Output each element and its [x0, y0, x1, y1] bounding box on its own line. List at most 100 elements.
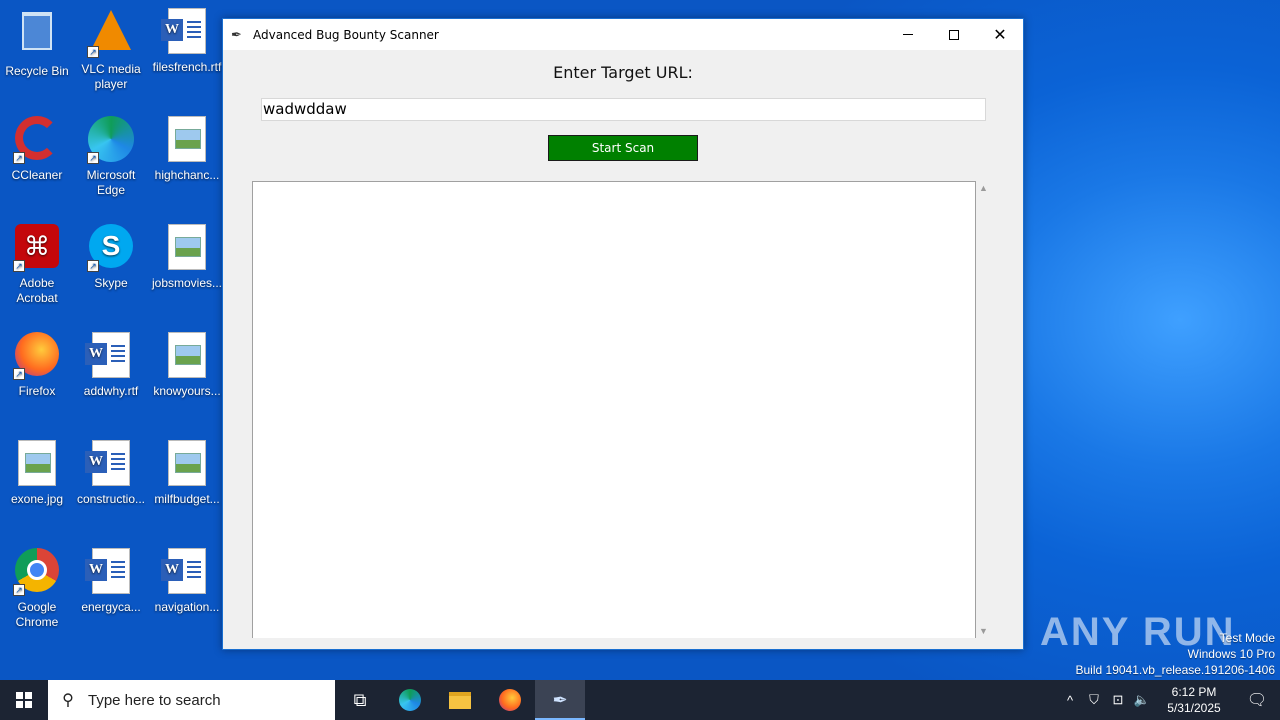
folder-icon — [449, 691, 471, 709]
desktop-icon-label: Skype — [94, 276, 128, 290]
desktop-icon-label: highchanc... — [154, 168, 220, 182]
desktop-icon-label: filesfrench.rtf — [152, 60, 222, 74]
desktop-icon-label: VLC media player — [81, 62, 141, 91]
desktop-icon-ccleaner[interactable]: ↗ CCleaner — [0, 116, 74, 183]
recycle-bin-icon — [13, 12, 61, 60]
desktop-icon-highchanc[interactable]: highchanc... — [150, 116, 224, 183]
search-icon: ⚲ — [62, 692, 74, 709]
desktop-icon-label: knowyours... — [153, 384, 221, 398]
desktop-icon-filesfrench[interactable]: W filesfrench.rtf — [150, 8, 224, 75]
desktop-icon-label: energyca... — [81, 600, 141, 614]
firefox-icon — [499, 689, 521, 711]
minimize-button[interactable] — [885, 19, 931, 50]
desktop-icon-label: Recycle Bin — [5, 64, 69, 78]
window-title: Advanced Bug Bounty Scanner — [253, 27, 439, 42]
image-file-icon — [163, 224, 211, 272]
desktop-icon-jobsmovies[interactable]: jobsmovies... — [150, 224, 224, 291]
image-file-icon — [163, 332, 211, 380]
clock-date: 5/31/2025 — [1167, 701, 1221, 715]
ccleaner-icon: ↗ — [13, 116, 61, 164]
chevron-up-icon[interactable]: ^ — [1058, 693, 1082, 708]
url-label: Enter Target URL: — [553, 63, 693, 82]
title-bar[interactable]: ✒ Advanced Bug Bounty Scanner ✕ — [223, 19, 1023, 50]
word-document-icon: W — [85, 440, 135, 488]
desktop-icon-recycle-bin[interactable]: Recycle Bin — [0, 8, 74, 79]
task-view-icon: ⧉ — [353, 689, 367, 710]
taskbar-scanner-app[interactable]: ✒ — [535, 680, 585, 720]
clock[interactable]: 6:12 PM 5/31/2025 — [1154, 684, 1234, 716]
feather-icon: ✒ — [552, 689, 568, 710]
feather-icon: ✒ — [231, 26, 242, 42]
desktop-icon-label: Firefox — [18, 384, 56, 398]
desktop-icon-firefox[interactable]: ↗ Firefox — [0, 332, 74, 399]
desktop-icon-adobe-acrobat[interactable]: ⌘ ↗ Adobe Acrobat — [0, 224, 74, 306]
taskbar-search-box[interactable]: ⚲ Type here to search — [48, 680, 335, 720]
desktop-icon-microsoft-edge[interactable]: ↗ Microsoft Edge — [74, 116, 148, 198]
desktop-icon-label: navigation... — [154, 600, 220, 614]
shortcut-arrow-icon: ↗ — [13, 152, 25, 164]
desktop-icon-label: exone.jpg — [10, 492, 64, 506]
clock-time: 6:12 PM — [1171, 685, 1217, 699]
word-document-icon: W — [161, 548, 211, 596]
desktop-icon-label: milfbudget... — [154, 492, 220, 506]
windows-logo-icon — [16, 692, 32, 708]
skype-icon: S ↗ — [87, 224, 135, 272]
word-document-icon: W — [85, 332, 135, 380]
desktop-icon-label: constructio... — [76, 492, 146, 506]
image-file-icon — [163, 440, 211, 488]
shortcut-arrow-icon: ↗ — [13, 368, 25, 380]
output-scrollbar[interactable]: ▲ ▼ — [976, 181, 992, 638]
shortcut-arrow-icon: ↗ — [13, 584, 25, 596]
minimize-icon — [903, 34, 913, 35]
start-scan-button[interactable]: Start Scan — [548, 135, 698, 161]
desktop-icon-navigation[interactable]: W navigation... — [150, 548, 224, 615]
windows-edition-line: Windows 10 Pro — [1187, 647, 1275, 661]
network-icon[interactable]: ⊡ — [1106, 692, 1130, 708]
vlc-icon: ↗ — [87, 10, 135, 58]
edge-icon — [399, 689, 421, 711]
scan-output-area[interactable] — [252, 181, 976, 638]
test-mode-text: Test Mode Windows 10 Pro Build 19041.vb_… — [1076, 630, 1276, 678]
desktop-icon-exone[interactable]: exone.jpg — [0, 440, 74, 507]
image-file-icon — [13, 440, 61, 488]
desktop-icon-vlc[interactable]: ↗ VLC media player — [74, 8, 148, 92]
scroll-down-icon[interactable]: ▼ — [979, 626, 988, 636]
edge-icon: ↗ — [87, 116, 135, 164]
app-window: ✒ Advanced Bug Bounty Scanner ✕ Enter Ta… — [222, 18, 1024, 650]
word-document-icon: W — [85, 548, 135, 596]
desktop-icon-constructio[interactable]: W constructio... — [74, 440, 148, 507]
chrome-icon: ↗ — [13, 548, 61, 596]
scroll-up-icon[interactable]: ▲ — [979, 183, 988, 193]
desktop-icon-knowyours[interactable]: knowyours... — [150, 332, 224, 399]
target-url-input[interactable]: wadwddaw — [261, 98, 986, 121]
shortcut-arrow-icon: ↗ — [13, 260, 25, 272]
start-button[interactable] — [0, 680, 48, 720]
system-tray: ^ ⛉ ⊡ 🔈 6:12 PM 5/31/2025 🗨 — [1058, 680, 1280, 720]
taskbar-file-explorer[interactable] — [435, 680, 485, 720]
taskbar-firefox[interactable] — [485, 680, 535, 720]
build-line: Build 19041.vb_release.191206-1406 — [1075, 663, 1276, 677]
desktop-icon-energyca[interactable]: W energyca... — [74, 548, 148, 615]
desktop-icon-skype[interactable]: S ↗ Skype — [74, 224, 148, 291]
maximize-button[interactable] — [931, 19, 977, 50]
desktop-icon-label: Adobe Acrobat — [16, 276, 58, 305]
taskbar-edge[interactable] — [385, 680, 435, 720]
close-button[interactable]: ✕ — [977, 19, 1023, 50]
image-file-icon — [163, 116, 211, 164]
shield-icon[interactable]: ⛉ — [1082, 692, 1106, 708]
desktop-icon-milfbudget[interactable]: milfbudget... — [150, 440, 224, 507]
shortcut-arrow-icon: ↗ — [87, 46, 99, 58]
adobe-acrobat-icon: ⌘ ↗ — [13, 224, 61, 272]
notification-icon[interactable]: 🗨 — [1234, 690, 1280, 710]
task-view-button[interactable]: ⧉ — [335, 680, 385, 720]
desktop-icon-google-chrome[interactable]: ↗ Google Chrome — [0, 548, 74, 630]
close-icon: ✕ — [993, 26, 1007, 44]
word-document-icon: W — [161, 8, 211, 56]
taskbar: ⚲ Type here to search ⧉ ✒ ^ ⛉ ⊡ 🔈 6:12 P… — [0, 680, 1280, 720]
desktop-icon-addwhy[interactable]: W addwhy.rtf — [74, 332, 148, 399]
search-placeholder: Type here to search — [88, 691, 221, 709]
desktop-icon-label: CCleaner — [11, 168, 63, 182]
volume-icon[interactable]: 🔈 — [1130, 692, 1154, 708]
test-mode-line: Test Mode — [1219, 631, 1275, 645]
desktop-icon-label: Google Chrome — [15, 600, 59, 629]
